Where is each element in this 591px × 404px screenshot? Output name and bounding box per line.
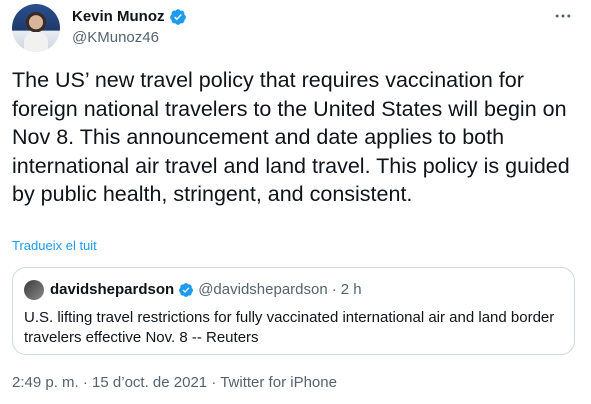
tweet-source[interactable]: Twitter for iPhone bbox=[220, 374, 337, 391]
tweet-time[interactable]: 2:49 p. m. bbox=[12, 374, 79, 391]
meta-separator: · bbox=[211, 374, 217, 391]
author-handle[interactable]: @KMunoz46 bbox=[72, 29, 159, 46]
author-name-row: Kevin Munoz bbox=[72, 8, 187, 26]
tweet-metadata: 2:49 p. m. · 15 d’oct. de 2021 · Twitter… bbox=[12, 374, 337, 391]
translate-tweet-link[interactable]: Tradueix el tuit bbox=[12, 238, 97, 253]
meta-separator: · bbox=[82, 374, 88, 391]
verified-badge-icon bbox=[169, 9, 186, 25]
quoted-text: U.S. lifting travel restrictions for ful… bbox=[24, 309, 555, 346]
quoted-header: davidshepardson @davidshepardson · 2 h bbox=[50, 281, 362, 298]
quoted-timestamp[interactable]: 2 h bbox=[341, 281, 362, 298]
tweet-text: The US’ new travel policy that requires … bbox=[12, 68, 570, 207]
tweet-date[interactable]: 15 d’oct. de 2021 bbox=[92, 374, 207, 391]
quoted-verified-badge-icon bbox=[179, 282, 194, 297]
avatar[interactable] bbox=[12, 4, 60, 52]
more-dots-icon bbox=[555, 14, 571, 18]
quoted-author-name[interactable]: davidshepardson bbox=[50, 281, 174, 298]
more-options-icon[interactable] bbox=[553, 6, 573, 26]
quoted-tweet[interactable]: davidshepardson @davidshepardson · 2 h U… bbox=[12, 267, 575, 355]
quoted-avatar[interactable] bbox=[24, 280, 44, 300]
author-name[interactable]: Kevin Munoz bbox=[72, 8, 165, 26]
quoted-author-handle[interactable]: @davidshepardson bbox=[198, 281, 327, 298]
quoted-separator: · bbox=[331, 281, 337, 298]
